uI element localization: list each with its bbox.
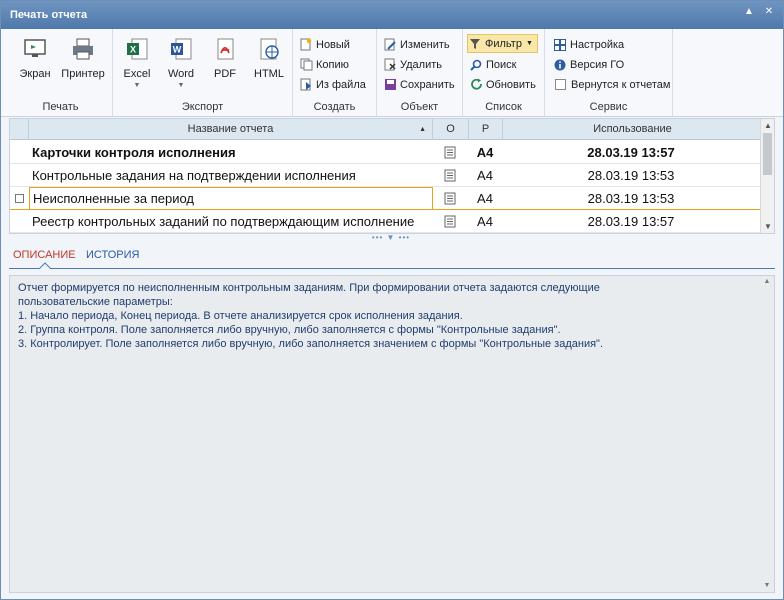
ribbon: Экран Принтер Печать X Excel ▼ W Word ▼ … xyxy=(1,29,783,117)
row-selector[interactable] xyxy=(10,187,28,210)
edit-icon xyxy=(383,38,397,52)
header-o[interactable]: О xyxy=(432,119,468,140)
refresh-icon xyxy=(469,78,483,92)
monitor-icon xyxy=(24,39,46,57)
description-panel: Отчет формируется по неисполненным контр… xyxy=(9,275,775,593)
chevron-down-icon: ▼ xyxy=(525,40,533,47)
tab-history[interactable]: ИСТОРИЯ xyxy=(86,246,139,264)
scroll-down-icon[interactable]: ▼ xyxy=(761,220,774,233)
group-export: X Excel ▼ W Word ▼ PDF HTML Экспорт xyxy=(113,29,293,117)
delete-icon xyxy=(383,58,397,72)
header-indicator xyxy=(10,119,28,140)
splitter-handle[interactable]: ••• ▼ ••• xyxy=(361,234,421,242)
sort-icon: ▲ xyxy=(419,126,426,133)
document-icon[interactable] xyxy=(432,141,468,164)
new-button[interactable]: Новый xyxy=(299,35,350,54)
svg-text:W: W xyxy=(173,45,182,55)
table-row[interactable]: Карточки контроля исполнения А4 28.03.19… xyxy=(10,141,762,164)
screen-button[interactable]: Экран xyxy=(13,33,57,95)
group-list: Фильтр ▼ Поиск Обновить Список xyxy=(463,29,545,117)
scroll-up-icon[interactable]: ▲ xyxy=(760,276,774,288)
filter-button[interactable]: Фильтр ▼ xyxy=(467,34,538,53)
new-document-icon xyxy=(299,38,313,52)
save-button[interactable]: Сохранить xyxy=(383,75,455,94)
table-row[interactable]: Контрольные задания на подтверждении исп… xyxy=(10,164,762,187)
header-name[interactable]: Название отчета ▲ xyxy=(28,119,432,140)
scroll-thumb[interactable] xyxy=(763,133,772,175)
settings-icon xyxy=(553,38,567,52)
table-row[interactable]: Реестр контрольных заданий по подтвержда… xyxy=(10,210,762,233)
group-object: Изменить Удалить Сохранить Объект xyxy=(377,29,463,117)
filter-icon xyxy=(468,37,482,51)
open-file-icon xyxy=(299,78,313,92)
window-title: Печать отчета xyxy=(10,9,88,21)
tab-indicator xyxy=(39,262,51,269)
pin-icon[interactable]: ▲ xyxy=(741,4,757,20)
svg-text:X: X xyxy=(130,45,136,55)
document-icon[interactable] xyxy=(432,187,468,210)
title-bar: Печать отчета ▲ ✕ xyxy=(1,1,783,29)
pdf-icon xyxy=(217,38,234,60)
chevron-down-icon: ▼ xyxy=(177,82,185,89)
printer-icon xyxy=(73,38,93,60)
header-usage[interactable]: Использование xyxy=(502,119,762,140)
save-icon xyxy=(383,78,397,92)
header-r[interactable]: Р xyxy=(468,119,502,140)
printer-button[interactable]: Принтер xyxy=(61,33,105,95)
print-report-window: Печать отчета ▲ ✕ Экран Принтер Печать X… xyxy=(0,0,784,600)
export-excel-button[interactable]: X Excel ▼ xyxy=(115,33,159,95)
edit-button[interactable]: Изменить xyxy=(383,35,450,54)
scroll-down-icon[interactable]: ▼ xyxy=(760,580,774,592)
checkbox[interactable] xyxy=(555,79,566,90)
grid-scrollbar[interactable]: ▲ ▼ xyxy=(760,119,774,233)
description-scrollbar[interactable]: ▲ ▼ xyxy=(760,276,774,592)
document-icon[interactable] xyxy=(432,164,468,187)
word-icon: W xyxy=(171,38,192,60)
search-icon xyxy=(469,58,483,72)
chevron-down-icon: ▼ xyxy=(133,82,141,89)
grid-header: Название отчета ▲ О Р Использование xyxy=(10,119,762,140)
delete-button[interactable]: Удалить xyxy=(383,55,442,74)
export-pdf-button[interactable]: PDF xyxy=(203,33,247,95)
copy-icon xyxy=(299,58,313,72)
version-button[interactable]: Версия ГО xyxy=(553,55,624,74)
group-print: Экран Принтер Печать xyxy=(9,29,113,117)
refresh-button[interactable]: Обновить xyxy=(469,75,536,94)
find-button[interactable]: Поиск xyxy=(469,55,516,74)
back-to-reports-checkbox[interactable]: Вернутся к отчетам xyxy=(555,75,670,94)
reports-grid: Название отчета ▲ О Р Использование Карто… xyxy=(9,118,775,234)
excel-icon: X xyxy=(127,38,148,60)
description-text: Отчет формируется по неисполненным контр… xyxy=(18,282,604,350)
copy-button[interactable]: Копию xyxy=(299,55,349,74)
group-create: Новый Копию Из файла Создать xyxy=(293,29,377,117)
detail-tabs: ОПИСАНИЕ ИСТОРИЯ xyxy=(9,243,775,269)
settings-button[interactable]: Настройка xyxy=(553,35,624,54)
document-icon[interactable] xyxy=(432,210,468,233)
html-icon xyxy=(260,38,279,60)
close-icon[interactable]: ✕ xyxy=(761,4,777,20)
from-file-button[interactable]: Из файла xyxy=(299,75,366,94)
export-html-button[interactable]: HTML xyxy=(247,33,291,95)
export-word-button[interactable]: W Word ▼ xyxy=(159,33,203,95)
table-row-selected[interactable]: Неисполненные за период А4 28.03.19 13:5… xyxy=(10,187,762,210)
group-service: Настройка Версия ГО Вернутся к отчетам С… xyxy=(545,29,673,117)
scroll-up-icon[interactable]: ▲ xyxy=(761,119,774,132)
info-icon xyxy=(553,58,567,72)
